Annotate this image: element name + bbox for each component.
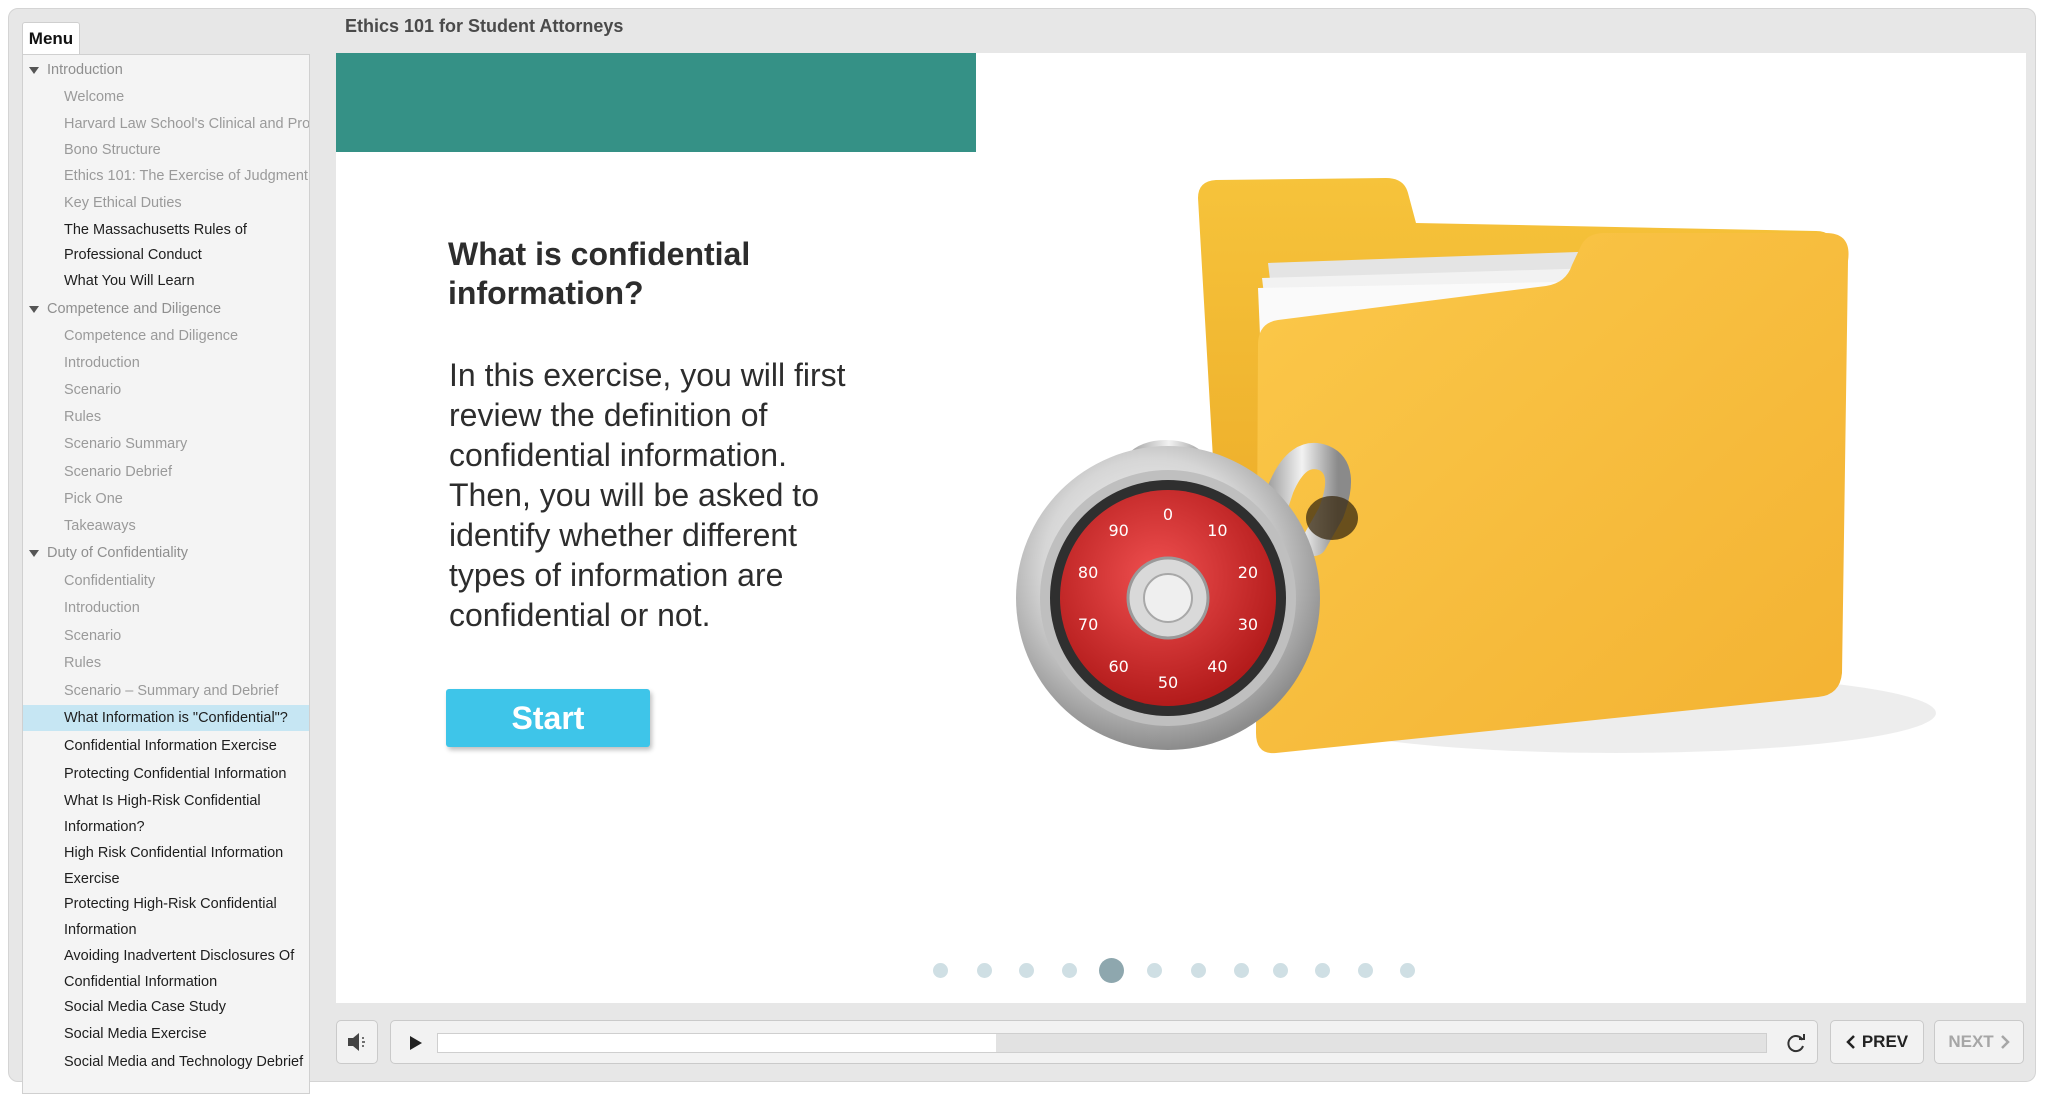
menu-section[interactable]: Duty of Confidentiality [47, 540, 188, 566]
menu-item[interactable]: Social Media and Technology Debrief [64, 1049, 303, 1075]
next-button[interactable]: NEXT [1934, 1020, 2024, 1064]
volume-icon [348, 1033, 365, 1051]
menu-item[interactable]: What You Will Learn [64, 268, 195, 294]
expand-triangle-icon[interactable] [29, 550, 39, 557]
menu-item[interactable]: Welcome [64, 84, 124, 110]
dial-number: 10 [1207, 521, 1227, 540]
dial-number: 20 [1238, 563, 1258, 582]
chevron-left-icon [1846, 1035, 1855, 1049]
seek-progress [438, 1034, 996, 1052]
menu-item[interactable]: Professional Conduct [64, 242, 202, 268]
dial-number: 90 [1108, 521, 1128, 540]
dial-number: 40 [1207, 657, 1227, 676]
dial-number: 0 [1163, 505, 1173, 524]
menu-item[interactable]: Scenario [64, 377, 121, 403]
menu-item[interactable]: Ethics 101: The Exercise of Judgment [64, 163, 308, 189]
progress-dot[interactable] [1357, 962, 1373, 978]
sidebar: Menu Introduction Welcome Harvard Law Scho… [22, 22, 310, 1094]
start-button[interactable]: Start [446, 689, 650, 747]
menu-item[interactable]: Competence and Diligence [64, 323, 238, 349]
course-title: Ethics 101 for Student Attorneys [345, 16, 624, 36]
progress-dot[interactable] [1018, 962, 1034, 978]
header-accent-bar [336, 53, 976, 152]
menu-item[interactable]: Information? [64, 814, 145, 840]
dial-number: 70 [1078, 615, 1098, 634]
menu-section[interactable]: Competence and Diligence [47, 296, 221, 322]
menu-item[interactable]: Scenario – Summary and Debrief [64, 678, 278, 704]
menu-item[interactable]: Confidentiality [64, 568, 155, 594]
menu-panel: Introduction Welcome Harvard Law School's … [22, 54, 310, 1094]
menu-item[interactable]: The Massachusetts Rules of [64, 217, 247, 243]
progress-dot[interactable] [1399, 962, 1415, 978]
menu-item[interactable]: Scenario [64, 623, 121, 649]
progress-dot[interactable] [976, 962, 992, 978]
menu-item[interactable]: Scenario Debrief [64, 459, 172, 485]
progress-dot[interactable] [1061, 962, 1077, 978]
progress-dot[interactable] [1190, 962, 1206, 978]
menu-item[interactable]: Protecting Confidential Information [64, 761, 286, 787]
seekbar-container [390, 1020, 1818, 1064]
slide-heading: What is confidential information? [448, 236, 751, 311]
progress-dot-active[interactable] [1098, 957, 1124, 983]
menu-item[interactable]: Protecting High-Risk Confidential [64, 891, 277, 917]
menu-item[interactable]: Rules [64, 404, 101, 430]
progress-dot[interactable] [1233, 962, 1249, 978]
menu-item[interactable]: Pick One [64, 486, 123, 512]
menu-section[interactable]: Introduction [47, 57, 123, 83]
menu-item[interactable]: Exercise [64, 866, 120, 892]
menu-item[interactable]: Takeaways [64, 513, 136, 539]
volume-button[interactable] [336, 1020, 378, 1064]
dial-number: 30 [1238, 615, 1258, 634]
menu-item[interactable]: Introduction [64, 595, 140, 621]
menu-item[interactable]: Introduction [64, 350, 140, 376]
menu-item[interactable]: Scenario Summary [64, 431, 187, 457]
menu-item[interactable]: Bono Structure [64, 137, 161, 163]
dial-number: 50 [1158, 673, 1178, 692]
playbar: PREV NEXT [336, 1020, 2026, 1066]
menu-item[interactable]: Avoiding Inadvertent Disclosures Of [64, 943, 294, 969]
menu-item[interactable]: Social Media Exercise [64, 1021, 207, 1047]
menu-item[interactable]: Confidential Information Exercise [64, 733, 277, 759]
folder-lock-illustration: 0 10 20 30 40 50 60 70 80 90 [1016, 178, 1936, 754]
menu-item[interactable]: Rules [64, 650, 101, 676]
expand-triangle-icon[interactable] [29, 306, 39, 313]
menu-item[interactable]: Social Media Case Study [64, 994, 226, 1020]
chevron-right-icon [2000, 1035, 2010, 1049]
menu-item[interactable]: High Risk Confidential Information [64, 840, 283, 866]
expand-triangle-icon[interactable] [29, 67, 39, 74]
menu-item[interactable]: Confidential Information [64, 969, 217, 995]
dial-number: 60 [1108, 657, 1128, 676]
prev-button[interactable]: PREV [1830, 1020, 1924, 1064]
progress-dot[interactable] [932, 962, 948, 978]
replay-icon[interactable] [1784, 1031, 1808, 1055]
menu-item[interactable]: Information [64, 917, 137, 943]
progress-dot[interactable] [1314, 962, 1330, 978]
menu-item[interactable]: What Is High-Risk Confidential [64, 788, 261, 814]
progress-dot[interactable] [1146, 962, 1162, 978]
menu-item[interactable]: Harvard Law School's Clinical and Pro [64, 111, 309, 137]
play-icon[interactable] [405, 1033, 425, 1053]
prev-label: PREV [1861, 1032, 1909, 1051]
slide-body-text: In this exercise, you will first review … [449, 357, 846, 633]
slide-stage: What is confidential information? In thi… [336, 53, 2026, 1003]
menu-item[interactable]: Key Ethical Duties [64, 190, 182, 216]
menu-tab[interactable]: Menu [22, 22, 80, 55]
progress-dot[interactable] [1272, 962, 1288, 978]
next-label: NEXT [1948, 1032, 1994, 1051]
dial-number: 80 [1078, 563, 1098, 582]
seek-track[interactable] [437, 1033, 1767, 1053]
menu-item[interactable]: What Information is "Confidential"? [23, 705, 309, 731]
